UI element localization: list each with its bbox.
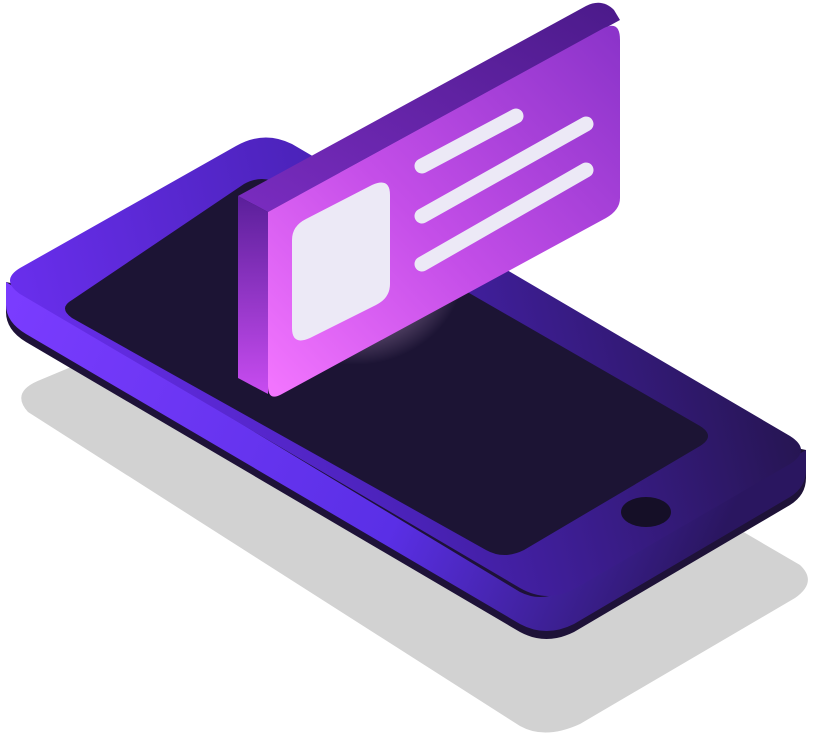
illustration-stage [0, 0, 813, 738]
card-side-edge [238, 196, 268, 394]
home-button-icon [621, 497, 671, 527]
phone-card-illustration [6, 2, 808, 733]
